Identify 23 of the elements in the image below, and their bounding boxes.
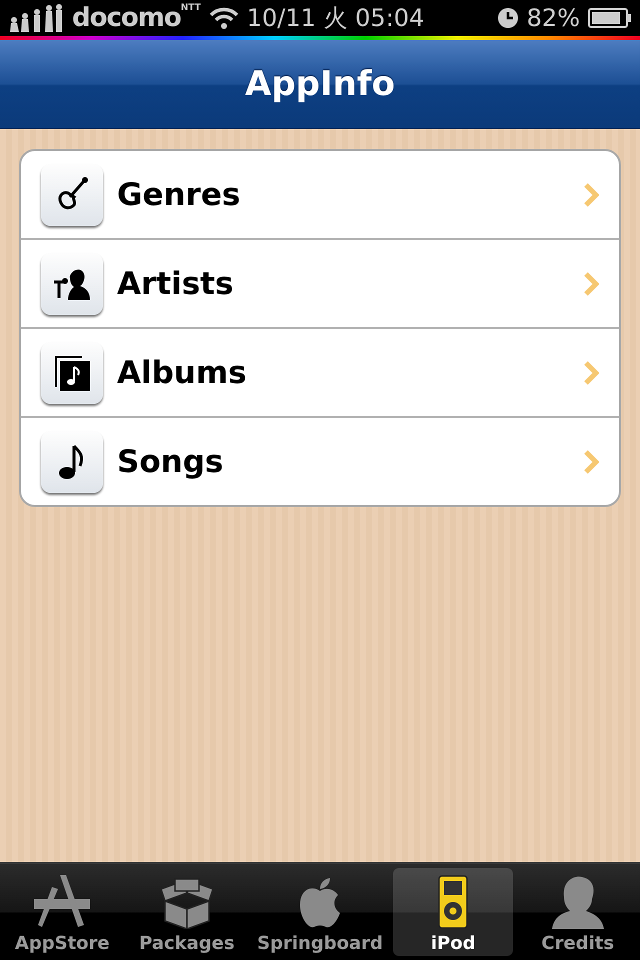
- carrier-name: docomo: [72, 3, 181, 33]
- battery-icon: [588, 7, 632, 29]
- carrier-mark: NTT: [180, 3, 201, 13]
- clock-icon: [496, 7, 519, 29]
- tab[interactable]: AppStore: [2, 868, 123, 956]
- list-item[interactable]: Songs: [21, 416, 619, 505]
- chevron-icon: [583, 360, 599, 386]
- tab[interactable]: Packages: [126, 868, 248, 956]
- nav-title: AppInfo: [245, 64, 395, 104]
- list-item[interactable]: Albums: [21, 327, 619, 416]
- chevron-icon: [583, 270, 599, 296]
- status-time: 10/11 火 05:04: [246, 3, 424, 34]
- list-item[interactable]: Genres: [21, 151, 619, 238]
- evolution-icon: [8, 4, 64, 32]
- battery-percent: 82%: [526, 4, 580, 32]
- chevron-icon: [583, 448, 599, 474]
- list-item[interactable]: Artists: [21, 238, 619, 327]
- chevron-icon: [583, 182, 599, 208]
- tab[interactable]: iPod: [392, 868, 514, 956]
- tab[interactable]: Credits: [517, 868, 638, 956]
- ruler-pencil-icon: [32, 875, 92, 929]
- wifi-icon: [208, 6, 239, 30]
- tab[interactable]: Springboard: [251, 868, 389, 956]
